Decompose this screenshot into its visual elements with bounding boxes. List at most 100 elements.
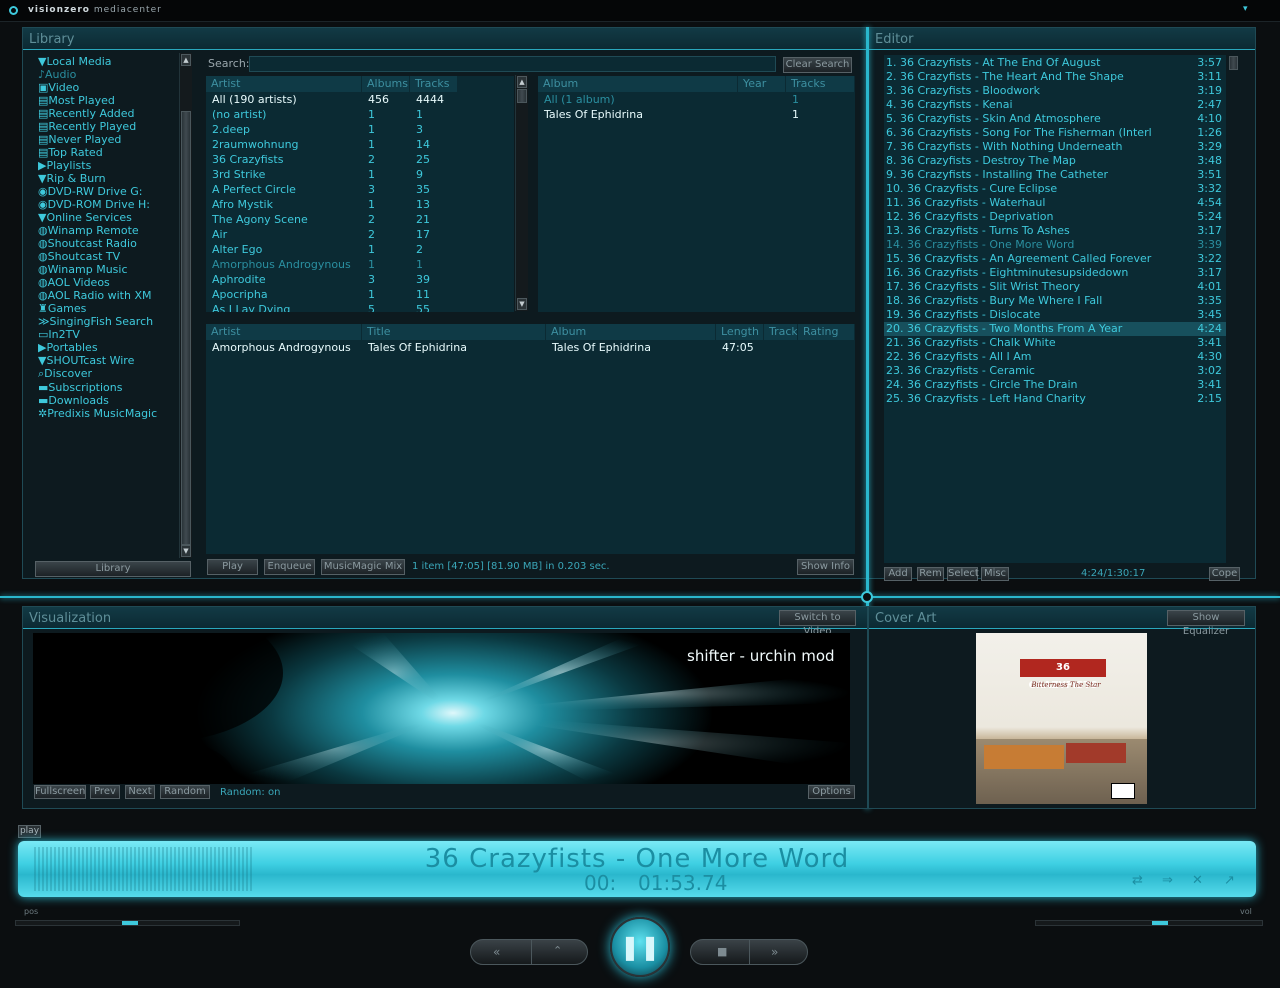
- artist-cell[interactable]: 1: [368, 288, 375, 303]
- artist-cell[interactable]: 17: [416, 228, 430, 243]
- tree-item[interactable]: ◉DVD-RW Drive G:: [38, 185, 178, 198]
- artist-cell[interactable]: 21: [416, 213, 430, 228]
- position-slider-thumb[interactable]: [121, 921, 138, 925]
- next-preset-button[interactable]: Next: [125, 785, 155, 799]
- column-header[interactable]: Year: [738, 76, 786, 92]
- artist-cell[interactable]: 1: [368, 123, 375, 138]
- playlist-misc-button[interactable]: Misc: [981, 567, 1009, 581]
- artist-cell[interactable]: 2.deep: [212, 123, 250, 138]
- artist-cell[interactable]: 13: [416, 198, 430, 213]
- playlist-item[interactable]: 14. 36 Crazyfists - One More Word 3:39: [884, 238, 1226, 252]
- playlist-item[interactable]: 21. 36 Crazyfists - Chalk White 3:41: [884, 336, 1226, 350]
- playlist-item[interactable]: 5. 36 Crazyfists - Skin And Atmosphere 4:…: [884, 112, 1226, 126]
- eject-icon[interactable]: ⌃: [553, 944, 562, 957]
- tree-item[interactable]: ◍Shoutcast Radio: [38, 237, 178, 250]
- artist-cell[interactable]: 1: [368, 198, 375, 213]
- tree-item[interactable]: ⌕Discover: [38, 367, 178, 381]
- column-header[interactable]: Title: [362, 324, 546, 340]
- tree-item[interactable]: ▬Subscriptions: [38, 381, 178, 394]
- artist-cell[interactable]: 2: [416, 243, 423, 258]
- tree-item[interactable]: ▼Online Services: [38, 211, 178, 224]
- playlist-add-button[interactable]: Add: [884, 567, 912, 581]
- playlist-item[interactable]: 6. 36 Crazyfists - Song For The Fisherma…: [884, 126, 1226, 140]
- tree-item[interactable]: ▭In2TV: [38, 328, 178, 341]
- artist-list[interactable]: Artist Albums Tracks All (190 artists) 456 44…: [206, 76, 514, 312]
- tree-item[interactable]: ▤Most Played: [38, 94, 178, 107]
- tree-item[interactable]: ▼Local Media: [38, 55, 178, 68]
- artist-scrollbar[interactable]: ▲ ▼: [515, 75, 528, 311]
- tree-item[interactable]: ◍AOL Videos: [38, 276, 178, 289]
- library-tree[interactable]: ▼Local Media ♪Audio ▣Video ▤Most Played ▤Rec…: [38, 55, 178, 559]
- tree-item[interactable]: ▬Downloads: [38, 394, 178, 407]
- options-button[interactable]: Options: [808, 785, 855, 799]
- column-header[interactable]: Tracks: [786, 76, 855, 92]
- artist-cell[interactable]: 2raumwohnung: [212, 138, 299, 153]
- artist-cell[interactable]: 14: [416, 138, 430, 153]
- track-cell[interactable]: Tales Of Ephidrina: [368, 341, 467, 356]
- tree-item[interactable]: ◉DVD-ROM Drive H:: [38, 198, 178, 211]
- artist-cell[interactable]: 1: [368, 258, 375, 273]
- crossfade-icon[interactable]: ↗: [1224, 873, 1235, 888]
- tree-scrollbar[interactable]: ▲ ▼: [179, 53, 192, 558]
- artist-cell[interactable]: 39: [416, 273, 430, 288]
- tree-item[interactable]: ♪Audio: [38, 68, 178, 81]
- track-cell[interactable]: 47:05: [722, 341, 754, 356]
- artist-cell[interactable]: 36 Crazyfists: [212, 153, 283, 168]
- artist-cell[interactable]: 1: [368, 138, 375, 153]
- fullscreen-button[interactable]: Fullscreen: [34, 785, 86, 799]
- playlist-item[interactable]: 15. 36 Crazyfists - An Agreement Called …: [884, 252, 1226, 266]
- random-preset-button[interactable]: Random: [160, 785, 210, 799]
- position-slider[interactable]: [15, 920, 240, 926]
- artist-cell[interactable]: The Agony Scene: [212, 213, 308, 228]
- column-header[interactable]: Albums: [362, 76, 410, 92]
- artist-cell[interactable]: 3: [416, 123, 423, 138]
- playlist-scrollbar[interactable]: [1227, 55, 1240, 563]
- playlist-item[interactable]: 10. 36 Crazyfists - Cure Eclipse 3:32: [884, 182, 1226, 196]
- album-cell[interactable]: 1: [792, 93, 799, 108]
- tree-item[interactable]: ◍Winamp Music: [38, 263, 178, 276]
- repeat-icon[interactable]: ⇄: [1132, 873, 1143, 888]
- scroll-thumb[interactable]: [181, 111, 191, 545]
- playlist-item[interactable]: 3. 36 Crazyfists - Bloodwork 3:19: [884, 84, 1226, 98]
- volume-slider-thumb[interactable]: [1152, 921, 1169, 925]
- tree-item[interactable]: ◍AOL Radio with XM: [38, 289, 178, 302]
- playlist-item[interactable]: 22. 36 Crazyfists - All I Am 4:30: [884, 350, 1226, 364]
- artist-cell[interactable]: As I Lay Dying: [212, 303, 290, 312]
- artist-cell[interactable]: Alter Ego: [212, 243, 262, 258]
- play-state-tab[interactable]: play: [18, 825, 41, 838]
- artist-cell[interactable]: Amorphous Androgynous: [212, 258, 351, 273]
- shuffle-icon[interactable]: ✕: [1192, 873, 1203, 888]
- horizontal-divider[interactable]: [0, 596, 1280, 598]
- tree-item[interactable]: ▤Recently Added: [38, 107, 178, 120]
- artist-cell[interactable]: 9: [416, 168, 423, 183]
- track-list[interactable]: Artist Title Album Length Track Rating Amorpho…: [206, 324, 855, 554]
- enqueue-button[interactable]: Enqueue: [264, 559, 315, 575]
- search-input[interactable]: [249, 56, 776, 72]
- album-cell[interactable]: All (1 album): [544, 93, 615, 108]
- tree-item[interactable]: ▶Playlists: [38, 159, 178, 172]
- artist-cell[interactable]: 3rd Strike: [212, 168, 265, 183]
- show-equalizer-button[interactable]: Show Equalizer: [1167, 610, 1245, 637]
- stop-icon[interactable]: ■: [717, 945, 727, 958]
- artist-cell[interactable]: 5: [368, 303, 375, 312]
- scroll-thumb[interactable]: [517, 89, 527, 103]
- playlist-item[interactable]: 24. 36 Crazyfists - Circle The Drain 3:41: [884, 378, 1226, 392]
- playlist-item[interactable]: 17. 36 Crazyfists - Slit Wrist Theory 4:0…: [884, 280, 1226, 294]
- artist-cell[interactable]: 1: [368, 243, 375, 258]
- artist-cell[interactable]: 35: [416, 183, 430, 198]
- column-header[interactable]: Track: [764, 324, 798, 340]
- prev-preset-button[interactable]: Prev: [90, 785, 120, 799]
- artist-cell[interactable]: A Perfect Circle: [212, 183, 296, 198]
- next-track-icon[interactable]: »: [771, 945, 778, 959]
- playlist-item[interactable]: 4. 36 Crazyfists - Kenai 2:47: [884, 98, 1226, 112]
- musicmagic-mix-button[interactable]: MusicMagic Mix: [321, 559, 405, 575]
- minimize-icon[interactable]: ▾: [1243, 4, 1248, 14]
- playlist-item[interactable]: 2. 36 Crazyfists - The Heart And The Sha…: [884, 70, 1226, 84]
- album-cell[interactable]: Tales Of Ephidrina: [544, 108, 643, 123]
- repeat-one-icon[interactable]: ⇒: [1162, 873, 1173, 888]
- artist-cell[interactable]: 3: [368, 183, 375, 198]
- show-info-button[interactable]: Show Info: [797, 559, 854, 575]
- now-playing-display[interactable]: 36 Crazyfists - One More Word 00: 01:53.…: [18, 841, 1256, 897]
- scroll-down-icon[interactable]: ▼: [517, 298, 527, 310]
- artist-cell[interactable]: 4444: [416, 93, 444, 108]
